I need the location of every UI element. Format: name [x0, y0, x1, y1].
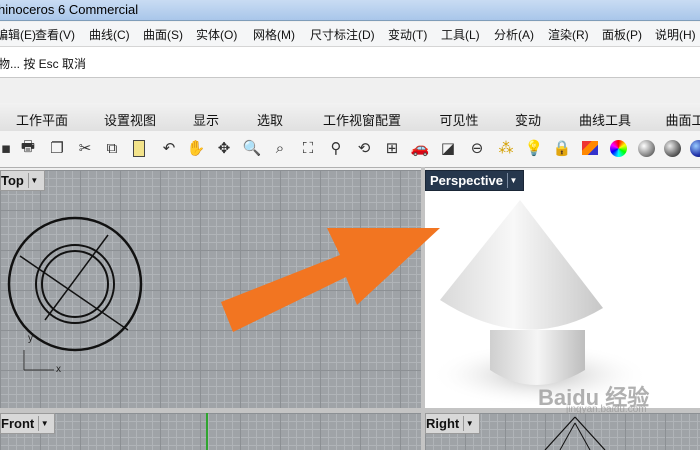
undo-icon[interactable]: ↶ — [157, 136, 181, 160]
menu-transform[interactable]: 变动(T) — [388, 26, 427, 43]
command-prompt-text: 物... 按 Esc 取消 — [0, 57, 87, 71]
tab-display[interactable]: 显示 — [174, 103, 239, 131]
tab-cplanes[interactable]: 工作平面 — [0, 103, 87, 131]
viewport-front-label[interactable]: Front ▼ — [0, 413, 56, 434]
chevron-down-icon[interactable]: ▼ — [463, 416, 475, 431]
paste-icon[interactable] — [127, 136, 151, 160]
menu-surface[interactable]: 曲面(S) — [143, 26, 183, 43]
select-points-icon[interactable]: ⁂ — [494, 136, 518, 160]
tab-label: 工作视窗配置 — [322, 113, 401, 128]
perspective-render — [430, 200, 650, 407]
tab-label: 显示 — [192, 113, 219, 128]
print-icon[interactable]: 🖶 — [16, 136, 40, 160]
tab-label: 变动 — [514, 113, 541, 128]
rotate-view-icon[interactable]: ✥ — [212, 136, 236, 160]
menu-help[interactable]: 说明(H) — [655, 26, 696, 43]
four-viewports-icon[interactable]: ⊞ — [380, 136, 404, 160]
watermark-sub: jingyan.baidu.com — [566, 404, 647, 415]
tab-surface-tools[interactable]: 曲面工 — [650, 103, 700, 131]
tab-label: 选取 — [256, 113, 283, 128]
zoom-selected-icon[interactable]: ⚲ — [324, 136, 348, 160]
rotate-icon[interactable]: ⟲ — [352, 136, 376, 160]
tab-viewport-layout[interactable]: 工作视窗配置 — [302, 103, 423, 131]
cone-body — [440, 200, 603, 330]
axis-y-label: y — [28, 333, 33, 344]
car-icon[interactable]: 🚗 — [408, 136, 432, 160]
tab-visibility[interactable]: 可见性 — [422, 103, 497, 131]
viewport-perspective-label[interactable]: Perspective ▼ — [425, 170, 524, 191]
tab-set-view[interactable]: 设置视图 — [86, 103, 175, 131]
tab-label: 工作平面 — [15, 113, 68, 128]
copy-icon[interactable]: ⧉ — [100, 136, 124, 160]
zoom-icon[interactable]: 🔍 — [240, 136, 264, 160]
zoom-extents-icon[interactable]: ⛶ — [296, 136, 320, 160]
menu-view[interactable]: 查看(V) — [35, 26, 75, 43]
menu-dimension[interactable]: 尺寸标注(D) — [310, 26, 375, 43]
window-title: hinoceros 6 Commercial — [0, 2, 139, 17]
viewport-right-label[interactable]: Right ▼ — [425, 413, 481, 434]
tab-label: 设置视图 — [103, 113, 156, 128]
light-icon[interactable]: 💡 — [522, 136, 546, 160]
title-bar: hinoceros 6 Commercial — [0, 0, 700, 21]
menu-curve[interactable]: 曲线(C) — [89, 26, 130, 43]
tab-select[interactable]: 选取 — [238, 103, 303, 131]
tab-label: 曲线工具 — [578, 113, 631, 128]
viewport-front[interactable]: Front ▼ — [0, 413, 421, 450]
cylinder-body — [490, 330, 585, 385]
sphere-icon[interactable] — [634, 136, 658, 160]
tab-label: 曲面工 — [665, 113, 700, 128]
render-sphere-icon[interactable] — [660, 136, 684, 160]
axis-x-label: x — [56, 364, 61, 375]
viewport-top[interactable]: Top ▼ x y — [0, 170, 421, 408]
layer-icon[interactable] — [578, 136, 602, 160]
viewport-perspective-title: Perspective — [430, 173, 503, 188]
chevron-down-icon[interactable]: ▼ — [507, 173, 519, 188]
viewport-right-title: Right — [426, 416, 460, 431]
menu-tools[interactable]: 工具(L) — [441, 26, 480, 43]
toolbar-tabs: 工作平面 设置视图 显示 选取 工作视窗配置 可见性 变动 曲线工具 曲面工 — [0, 103, 700, 132]
viewport-perspective[interactable]: Perspective ▼ — [425, 170, 700, 408]
command-prompt-area[interactable]: 物... 按 Esc 取消 — [0, 47, 700, 78]
zoom-window-icon[interactable]: ⌕ — [268, 136, 292, 160]
menu-solid[interactable]: 实体(O) — [196, 26, 237, 43]
menu-bar: 编辑(E) 查看(V) 曲线(C) 曲面(S) 实体(O) 网格(M) 尺寸标注… — [0, 22, 700, 47]
green-axis-line — [206, 413, 208, 450]
menu-edit[interactable]: 编辑(E) — [0, 26, 36, 43]
viewport-front-title: Front — [1, 416, 35, 431]
inner-circle — [41, 250, 109, 318]
pan-hand-icon[interactable]: ✋ — [184, 136, 208, 160]
standard-toolbar: ▪ 🖶 ❐ ✂ ⧉ ↶ ✋ ✥ 🔍 ⌕ ⛶ ⚲ ⟲ ⊞ 🚗 ◪ ⊖ ⁂ 💡 🔒 — [0, 131, 700, 168]
tab-transform[interactable]: 变动 — [496, 103, 561, 131]
chevron-down-icon[interactable]: ▼ — [38, 416, 50, 431]
menu-analyze[interactable]: 分析(A) — [494, 26, 534, 43]
cut-icon[interactable]: ✂ — [73, 136, 97, 160]
menu-mesh[interactable]: 网格(M) — [253, 26, 295, 43]
top-view-drawing — [7, 216, 143, 371]
outer-circle — [7, 216, 143, 352]
tab-label: 可见性 — [439, 113, 479, 128]
menu-render[interactable]: 渲染(R) — [548, 26, 589, 43]
middle-circle — [35, 244, 115, 324]
color-wheel-icon[interactable] — [606, 136, 630, 160]
command-input-area[interactable] — [0, 78, 700, 103]
lock-icon[interactable]: 🔒 — [550, 136, 574, 160]
blue-sphere-icon[interactable] — [686, 136, 700, 160]
camera-icon[interactable]: ◪ — [436, 136, 460, 160]
target-icon[interactable]: ⊖ — [465, 136, 489, 160]
viewport-right[interactable]: Right ▼ — [425, 413, 700, 450]
tab-curve-tools[interactable]: 曲线工具 — [560, 103, 651, 131]
copy-doc-icon[interactable]: ❐ — [45, 136, 69, 160]
menu-panels[interactable]: 面板(P) — [602, 26, 642, 43]
